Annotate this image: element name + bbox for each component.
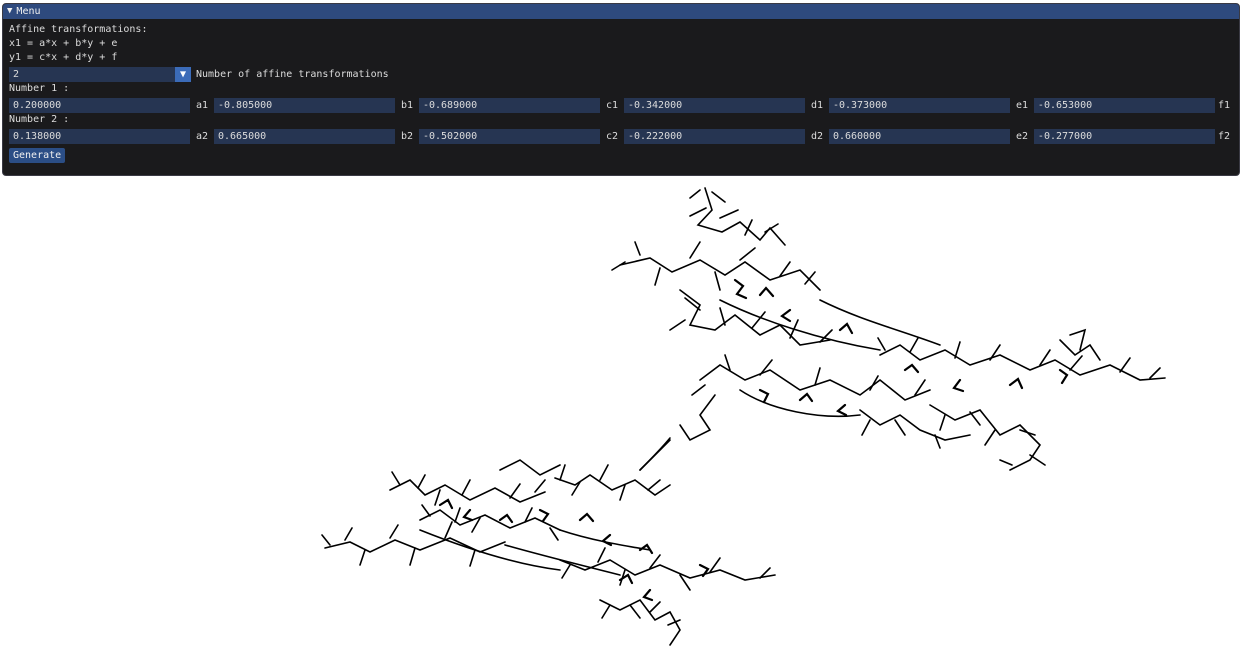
transform-2-b-label: b2 (401, 130, 414, 142)
app-root: ▼ Menu Affine transformations: x1 = a*x … (0, 0, 1242, 647)
menu-title: Menu (16, 6, 41, 17)
transform-2-b-input[interactable]: 0.665000 (213, 128, 396, 144)
transform-1-a-label: a1 (196, 99, 209, 111)
transform-2-e-input[interactable]: 0.660000 (828, 128, 1011, 144)
transform-1-d-input[interactable]: -0.342000 (623, 97, 806, 113)
menu-content: Affine transformations: x1 = a*x + b*y +… (3, 19, 1239, 163)
generate-row: Generate (9, 147, 1233, 163)
menu-title-bar[interactable]: ▼ Menu (3, 4, 1239, 19)
transform-count-combo[interactable]: 2 ▼ (9, 66, 191, 82)
transform-2-a-label: a2 (196, 130, 209, 142)
transform-count-value[interactable]: 2 (9, 66, 175, 82)
transform-1-b-input[interactable]: -0.805000 (213, 97, 396, 113)
collapse-arrow-icon[interactable]: ▼ (7, 4, 12, 19)
transform-1-a-input[interactable]: 0.200000 (9, 97, 191, 113)
header-line-1: Affine transformations: (9, 24, 148, 35)
transform-2-d-label: d2 (810, 130, 824, 142)
fractal-dense-texture (438, 278, 1069, 602)
menu-window: ▼ Menu Affine transformations: x1 = a*x … (2, 3, 1240, 176)
transform-1-b-label: b1 (401, 99, 414, 111)
transform-1-c-label: c1 (605, 99, 619, 111)
header-line-3: y1 = c*x + d*y + f (9, 52, 118, 63)
transform-2-f-input[interactable]: -0.277000 (1033, 128, 1216, 144)
generate-button[interactable]: Generate (9, 147, 66, 163)
transform-2-title: Number 2 : (9, 114, 70, 125)
combo-dropdown-icon[interactable]: ▼ (175, 66, 191, 82)
transform-2-row: 0.138000 a2 0.665000 b2 -0.502000 c2 -0.… (9, 128, 1233, 144)
transform-2-c-label: c2 (605, 130, 619, 142)
transform-1-title: Number 1 : (9, 83, 70, 94)
transform-1-row: 0.200000 a1 -0.805000 b1 -0.689000 c1 -0… (9, 97, 1233, 113)
fractal-canvas (321, 187, 1166, 646)
transform-1-f-label: f1 (1217, 99, 1230, 111)
transform-2-e-label: e2 (1015, 130, 1028, 142)
transform-count-label: Number of affine transformations (196, 68, 389, 80)
fractal-lower-lobe (321, 439, 776, 646)
count-row: 2 ▼ Number of affine transformations (9, 66, 1233, 82)
transform-2-d-input[interactable]: -0.222000 (623, 128, 806, 144)
fractal-upper-lobe (611, 187, 1166, 471)
transform-2-f-label: f2 (1217, 130, 1230, 142)
transform-1-f-input[interactable]: -0.653000 (1033, 97, 1216, 113)
transform-2-a-input[interactable]: 0.138000 (9, 128, 191, 144)
fractal-attractor (321, 187, 1166, 646)
transform-2-c-input[interactable]: -0.502000 (418, 128, 601, 144)
transform-1-e-input[interactable]: -0.373000 (828, 97, 1011, 113)
header-line-2: x1 = a*x + b*y + e (9, 38, 118, 49)
transform-1-e-label: e1 (1015, 99, 1028, 111)
transform-1-c-input[interactable]: -0.689000 (418, 97, 601, 113)
transform-1-d-label: d1 (810, 99, 824, 111)
